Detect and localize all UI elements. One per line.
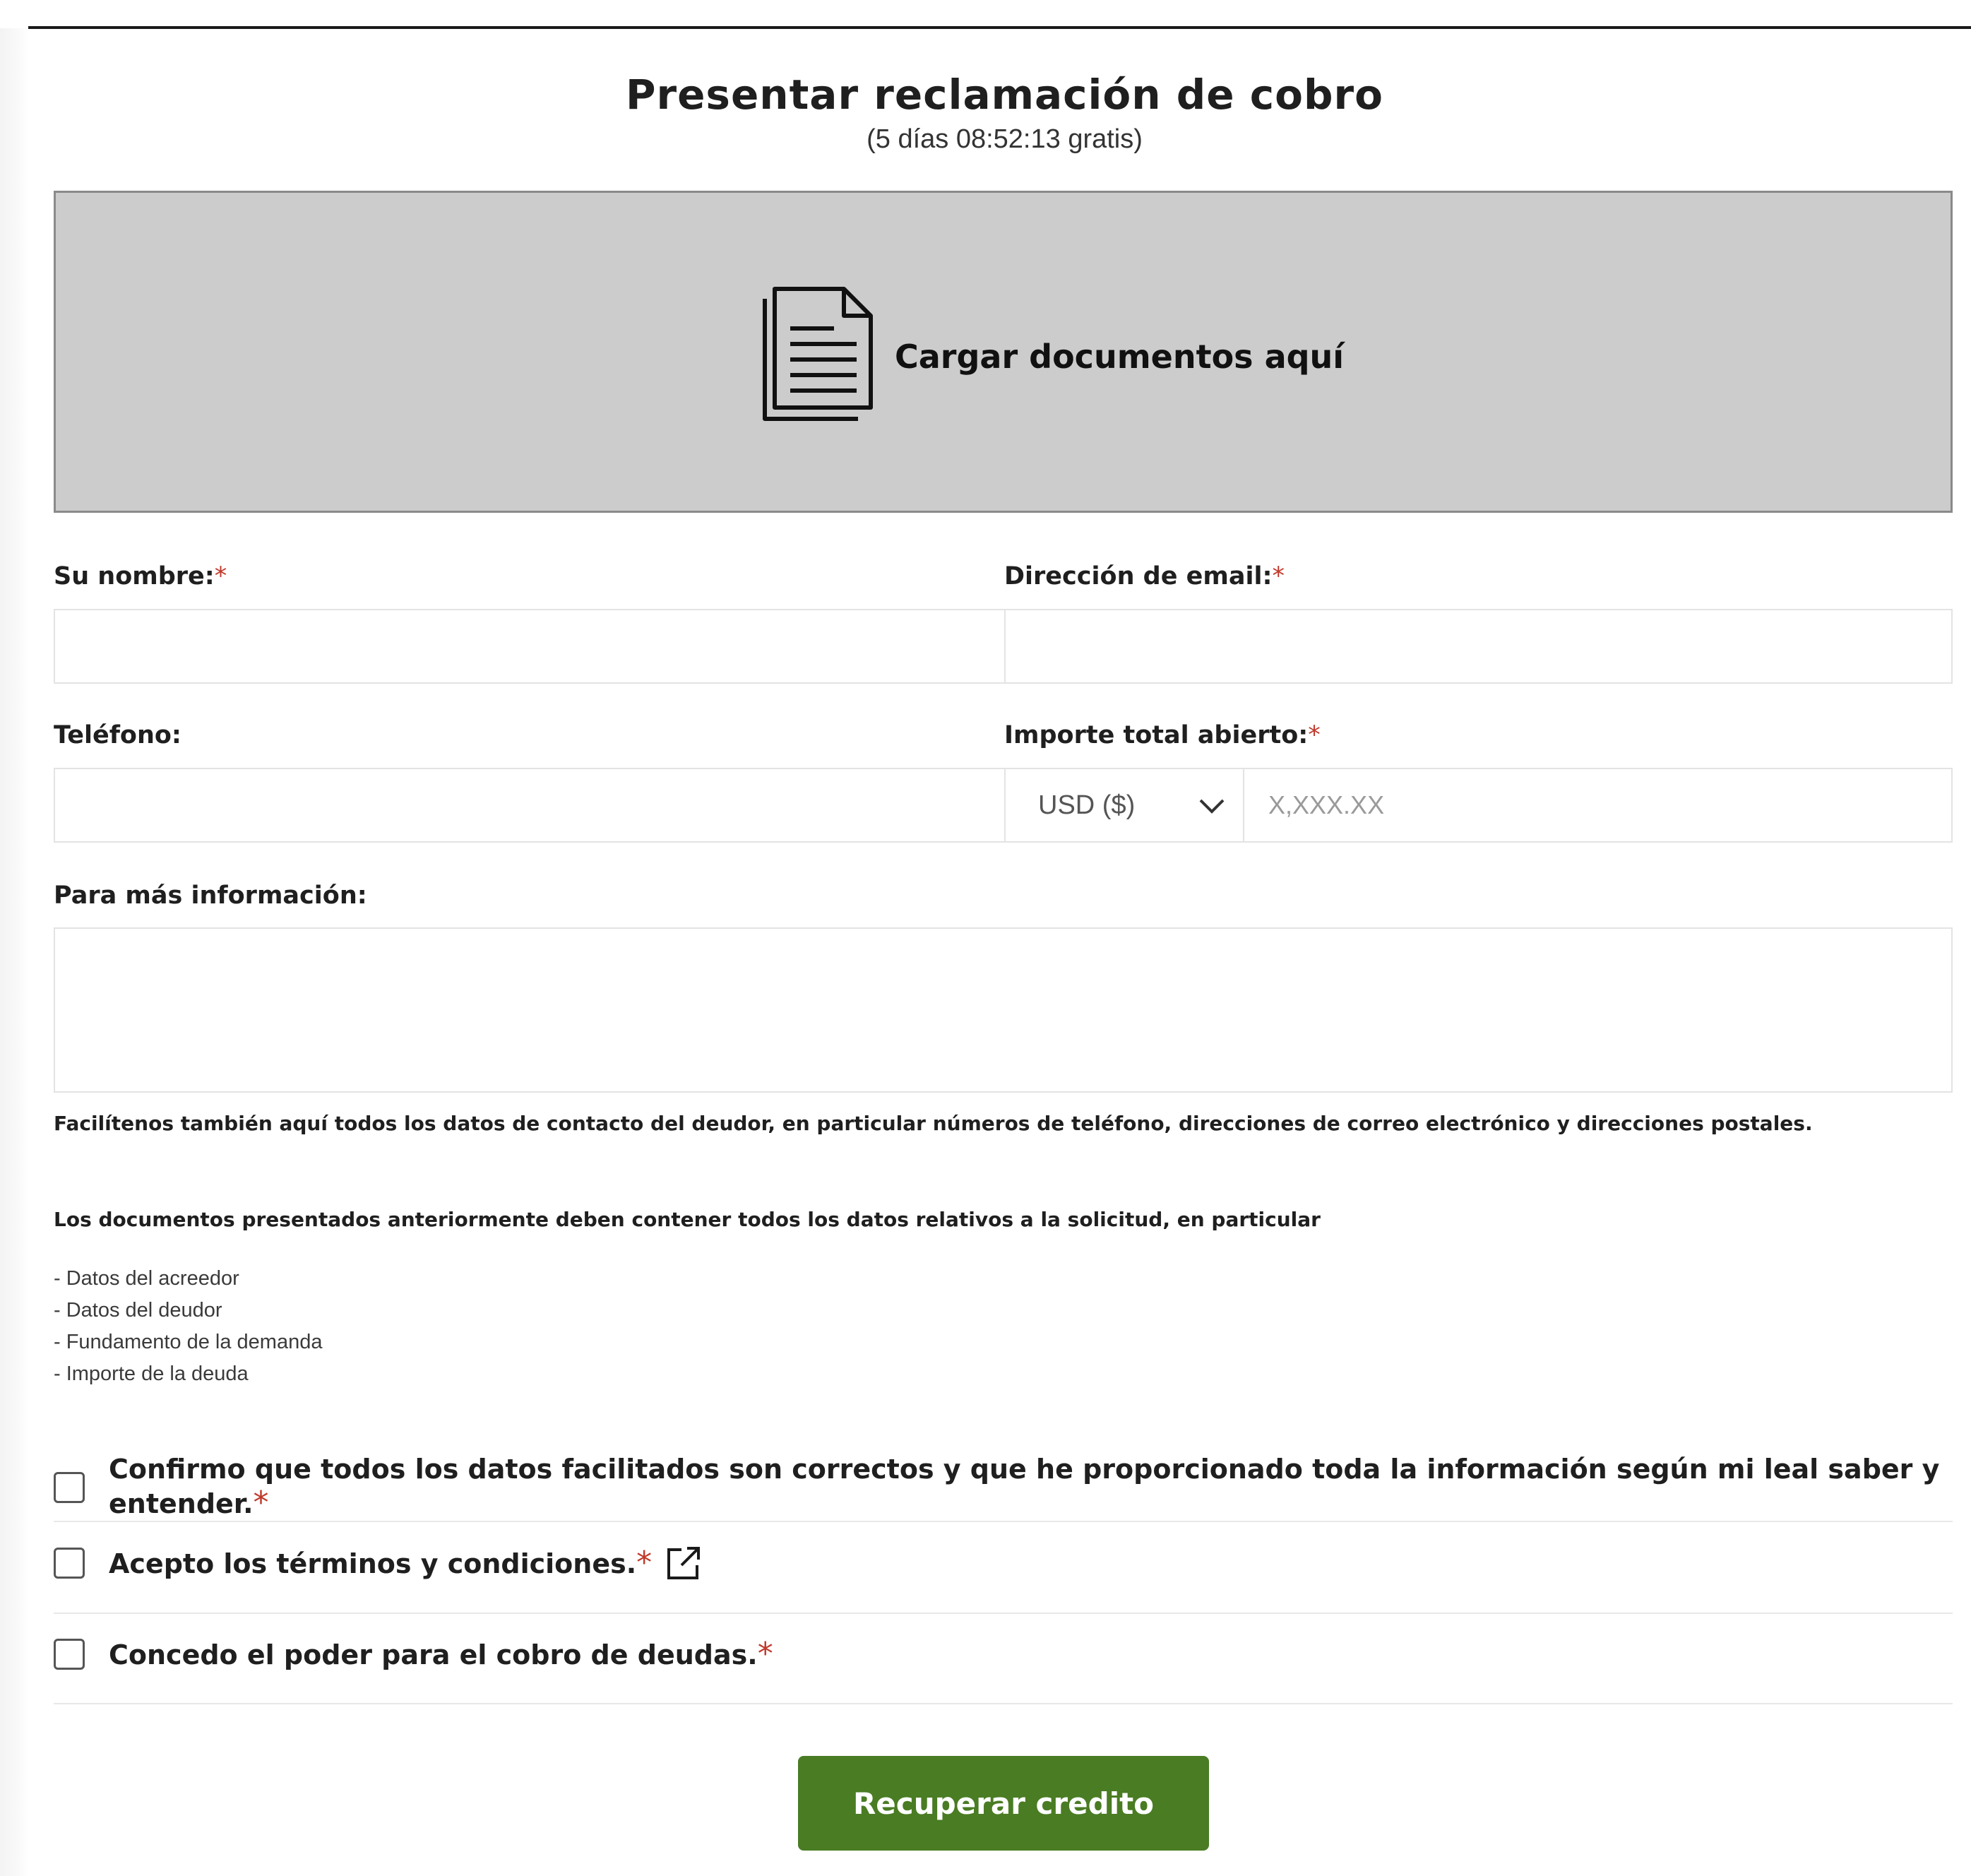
confirm-label: Confirmo que todos los datos facilitados… bbox=[109, 1454, 1953, 1521]
phone-label-text: Teléfono: bbox=[54, 721, 181, 749]
power-row[interactable]: Concedo el poder para el cobro de deudas… bbox=[54, 1636, 1953, 1672]
info-label: Para más información: bbox=[54, 881, 367, 910]
required-mark: * bbox=[636, 1545, 653, 1581]
list-item: - Datos del acreedor bbox=[54, 1267, 239, 1290]
external-link-icon[interactable] bbox=[666, 1545, 701, 1581]
claim-form: Presentar reclamación de cobro (5 días 0… bbox=[54, 0, 1955, 1876]
upload-label: Cargar documentos aquí bbox=[895, 337, 1345, 376]
trial-countdown: (5 días 08:52:13 gratis) bbox=[867, 124, 1143, 154]
name-input[interactable] bbox=[54, 609, 1006, 684]
required-mark: * bbox=[757, 1636, 773, 1672]
power-label: Concedo el poder para el cobro de deudas… bbox=[109, 1636, 773, 1672]
required-mark: * bbox=[1272, 562, 1285, 590]
documents-hint: Los documentos presentados anteriormente… bbox=[54, 1208, 1321, 1231]
name-label-text: Su nombre: bbox=[54, 562, 215, 590]
power-of-attorney-checkbox[interactable] bbox=[54, 1638, 85, 1670]
required-data-list: - Datos del acreedor - Datos del deudor … bbox=[54, 1263, 322, 1390]
document-upload-dropzone[interactable]: Cargar documentos aquí bbox=[54, 191, 1953, 513]
chevron-down-icon bbox=[1196, 790, 1227, 829]
terms-row[interactable]: Acepto los términos y condiciones.* bbox=[54, 1545, 1953, 1581]
document-icon bbox=[761, 286, 876, 427]
confirm-checkbox[interactable] bbox=[54, 1471, 85, 1503]
amount-input[interactable] bbox=[1243, 768, 1953, 843]
amount-label-text: Importe total abierto: bbox=[1004, 721, 1309, 749]
currency-select[interactable]: USD ($) bbox=[1004, 768, 1244, 843]
confirm-label-text: Confirmo que todos los datos facilitados… bbox=[109, 1454, 1940, 1519]
list-item: - Fundamento de la demanda bbox=[54, 1331, 323, 1353]
upload-content: Cargar documentos aquí bbox=[761, 286, 1344, 427]
contact-hint: Facilítenos también aquí todos los datos… bbox=[54, 1112, 1813, 1135]
phone-input[interactable] bbox=[54, 768, 1006, 843]
email-input[interactable] bbox=[1004, 609, 1953, 684]
amount-label: Importe total abierto:* bbox=[1004, 721, 1321, 749]
power-label-text: Concedo el poder para el cobro de deudas… bbox=[109, 1639, 758, 1670]
phone-label: Teléfono: bbox=[54, 721, 181, 749]
email-label-text: Dirección de email: bbox=[1004, 562, 1273, 590]
divider bbox=[54, 1703, 1953, 1704]
page-shadow bbox=[0, 28, 28, 1876]
divider bbox=[54, 1521, 1953, 1522]
confirm-row[interactable]: Confirmo que todos los datos facilitados… bbox=[54, 1454, 1953, 1521]
terms-label-text: Acepto los términos y condiciones. bbox=[109, 1548, 637, 1579]
submit-button[interactable]: Recuperar credito bbox=[798, 1756, 1209, 1851]
required-mark: * bbox=[1308, 721, 1321, 749]
required-mark: * bbox=[214, 562, 227, 590]
info-label-text: Para más información: bbox=[54, 881, 367, 910]
list-item: - Importe de la deuda bbox=[54, 1363, 249, 1385]
currency-value: USD ($) bbox=[1038, 790, 1136, 820]
list-item: - Datos del deudor bbox=[54, 1299, 222, 1322]
info-textarea[interactable] bbox=[54, 927, 1953, 1093]
terms-checkbox[interactable] bbox=[54, 1547, 85, 1579]
required-mark: * bbox=[253, 1485, 269, 1521]
name-label: Su nombre:* bbox=[54, 562, 227, 590]
email-label: Dirección de email:* bbox=[1004, 562, 1285, 590]
terms-label: Acepto los términos y condiciones.* bbox=[109, 1545, 652, 1581]
divider bbox=[54, 1613, 1953, 1614]
page-title: Presentar reclamación de cobro bbox=[625, 71, 1383, 119]
